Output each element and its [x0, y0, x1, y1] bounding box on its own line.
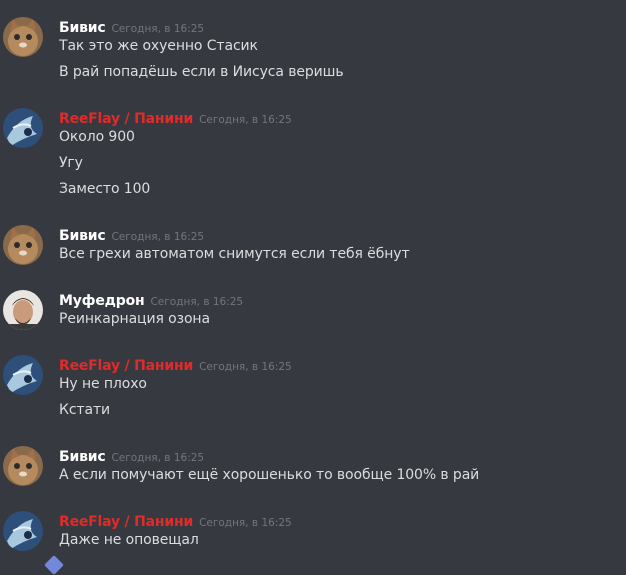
author-name[interactable]: Бивис — [59, 449, 106, 465]
message-text: А если помучают ещё хорошенько то вообще… — [59, 467, 480, 483]
author-name[interactable]: ReeFlay / Панини — [59, 514, 193, 530]
cat-avatar[interactable] — [3, 446, 43, 486]
timestamp: Сегодня, в 16:25 — [111, 452, 205, 464]
person-avatar[interactable] — [3, 290, 43, 330]
message-text: Реинкарнация озона — [59, 311, 210, 327]
cat-avatar[interactable] — [3, 17, 43, 57]
anime-avatar[interactable] — [3, 511, 43, 551]
message-header: ReeFlay / Панини Сегодня, в 16:25 — [59, 511, 292, 530]
timestamp: Сегодня, в 16:25 — [111, 231, 205, 243]
author-name[interactable]: Муфедрон — [59, 293, 145, 309]
author-name[interactable]: Бивис — [59, 228, 106, 244]
message-text: В рай попадёшь если в Иисуса веришь — [59, 64, 344, 80]
message-text: Все грехи автоматом снимутся если тебя ё… — [59, 246, 410, 262]
message-text: Ну не плохо — [59, 376, 147, 392]
anime-avatar[interactable] — [3, 108, 43, 148]
author-name[interactable]: Бивис — [59, 20, 106, 36]
message-header: Бивис Сегодня, в 16:25 — [59, 17, 204, 36]
message-text: Кстати — [59, 402, 111, 418]
timestamp: Сегодня, в 16:25 — [199, 361, 292, 373]
message-text: Угу — [59, 155, 83, 171]
message-header: Бивис Сегодня, в 16:25 — [59, 225, 204, 244]
cat-avatar[interactable] — [3, 225, 43, 265]
message-text: Даже не оповещал — [59, 532, 199, 548]
timestamp: Сегодня, в 16:25 — [199, 114, 292, 126]
message-header: ReeFlay / Панини Сегодня, в 16:25 — [59, 355, 292, 374]
message-header: Бивис Сегодня, в 16:25 — [59, 446, 204, 465]
author-name[interactable]: ReeFlay / Панини — [59, 358, 193, 374]
message-header: ReeFlay / Панини Сегодня, в 16:25 — [59, 108, 292, 127]
timestamp: Сегодня, в 16:25 — [150, 296, 244, 308]
message-header: Муфедрон Сегодня, в 16:25 — [59, 290, 243, 309]
message-text: Заместо 100 — [59, 181, 151, 197]
author-name[interactable]: ReeFlay / Панини — [59, 111, 193, 127]
timestamp: Сегодня, в 16:25 — [111, 23, 205, 35]
timestamp: Сегодня, в 16:25 — [199, 517, 292, 529]
message-text: Так это же охуенно Стасик — [59, 38, 258, 54]
anime-avatar[interactable] — [3, 355, 43, 395]
message-text: Около 900 — [59, 129, 135, 145]
next-message-indicator-icon — [44, 555, 64, 575]
